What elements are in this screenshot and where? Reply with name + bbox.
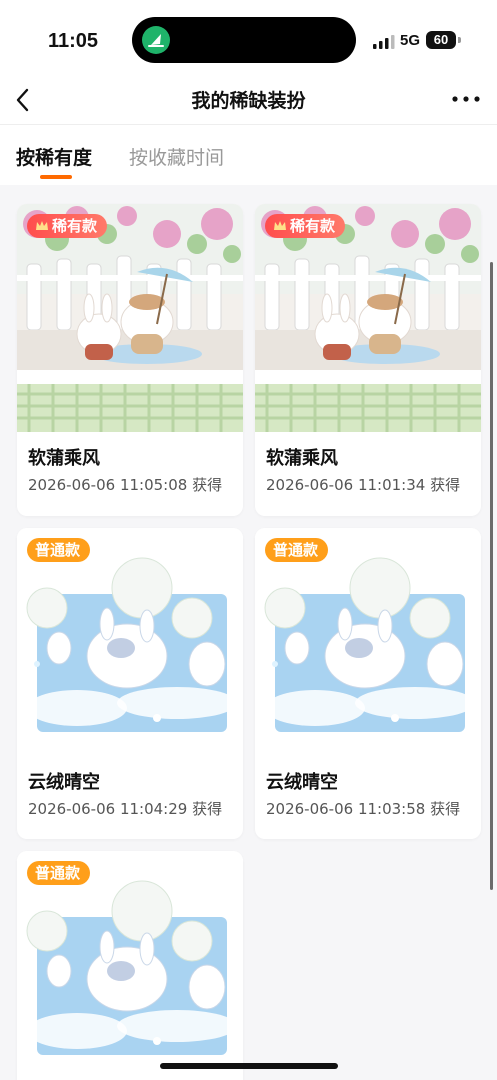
network-type: 5G	[400, 32, 421, 49]
crown-icon	[36, 221, 48, 230]
rarity-badge-label: 普通款	[273, 541, 319, 559]
collection-card[interactable]: 普通款	[17, 851, 243, 1080]
tab-by-rarity[interactable]: 按稀有度	[16, 143, 92, 170]
tab-by-collect-time[interactable]: 按收藏时间	[129, 143, 224, 170]
garden-bunny-cat-artwork: 稀有款	[255, 204, 481, 432]
item-acquired-time: 2026-06-06 11:01:34 获得	[266, 476, 461, 494]
scrollbar-thumb[interactable]	[490, 262, 493, 890]
tab-active-indicator	[40, 175, 72, 179]
nav-bar: 我的稀缺装扮	[0, 78, 497, 125]
rarity-badge: 普通款	[27, 861, 91, 885]
battery-tip	[458, 37, 461, 43]
sky-dandelion-bunny-artwork: 普通款	[17, 528, 243, 756]
page-title: 我的稀缺装扮	[191, 90, 306, 112]
sail-icon	[142, 26, 170, 54]
more-dots-icon[interactable]	[446, 84, 486, 114]
rarity-badge: 普通款	[265, 538, 329, 562]
crown-icon	[274, 221, 286, 230]
dynamic-island[interactable]	[132, 17, 356, 63]
collection-card[interactable]: 稀有款 软蒲乘风 2026-06-06 11:05:08 获得	[17, 204, 243, 516]
garden-bunny-cat-artwork: 稀有款	[17, 204, 243, 432]
status-time: 11:05	[48, 30, 99, 52]
battery-level: 60	[426, 31, 456, 49]
sky-dandelion-bunny-artwork: 普通款	[17, 851, 243, 1079]
rarity-badge: 稀有款	[265, 214, 346, 238]
item-acquired-time: 2026-06-06 11:05:08 获得	[28, 476, 223, 494]
sort-tabs: 按稀有度 按收藏时间	[0, 125, 497, 185]
collection-card[interactable]: 普通款 云绒晴空 2026-06-06 11:04:29 获得	[17, 528, 243, 839]
screen: 11:05 5G 60 我的稀缺装扮 按稀有度 按收藏时间 稀有款 软蒲乘风 2…	[0, 0, 497, 1080]
item-acquired-time: 2026-06-06 11:03:58 获得	[266, 800, 461, 818]
collection-card[interactable]: 普通款 云绒晴空 2026-06-06 11:03:58 获得	[255, 528, 481, 839]
rarity-badge: 稀有款	[27, 214, 108, 238]
item-name: 云绒晴空	[28, 772, 100, 793]
item-name: 云绒晴空	[266, 772, 338, 793]
rarity-badge-label: 稀有款	[52, 217, 98, 235]
home-indicator[interactable]	[160, 1063, 338, 1069]
rarity-badge-label: 普通款	[35, 541, 81, 559]
sky-dandelion-bunny-artwork: 普通款	[255, 528, 481, 756]
rarity-badge-label: 稀有款	[290, 217, 336, 235]
rarity-badge-label: 普通款	[35, 864, 81, 882]
rarity-badge: 普通款	[27, 538, 91, 562]
signal-icon	[373, 35, 395, 49]
item-name: 软蒲乘风	[266, 448, 338, 469]
item-name: 软蒲乘风	[28, 448, 100, 469]
item-acquired-time: 2026-06-06 11:04:29 获得	[28, 800, 223, 818]
collection-card[interactable]: 稀有款 软蒲乘风 2026-06-06 11:01:34 获得	[255, 204, 481, 516]
status-bar: 11:05 5G 60	[0, 0, 497, 78]
